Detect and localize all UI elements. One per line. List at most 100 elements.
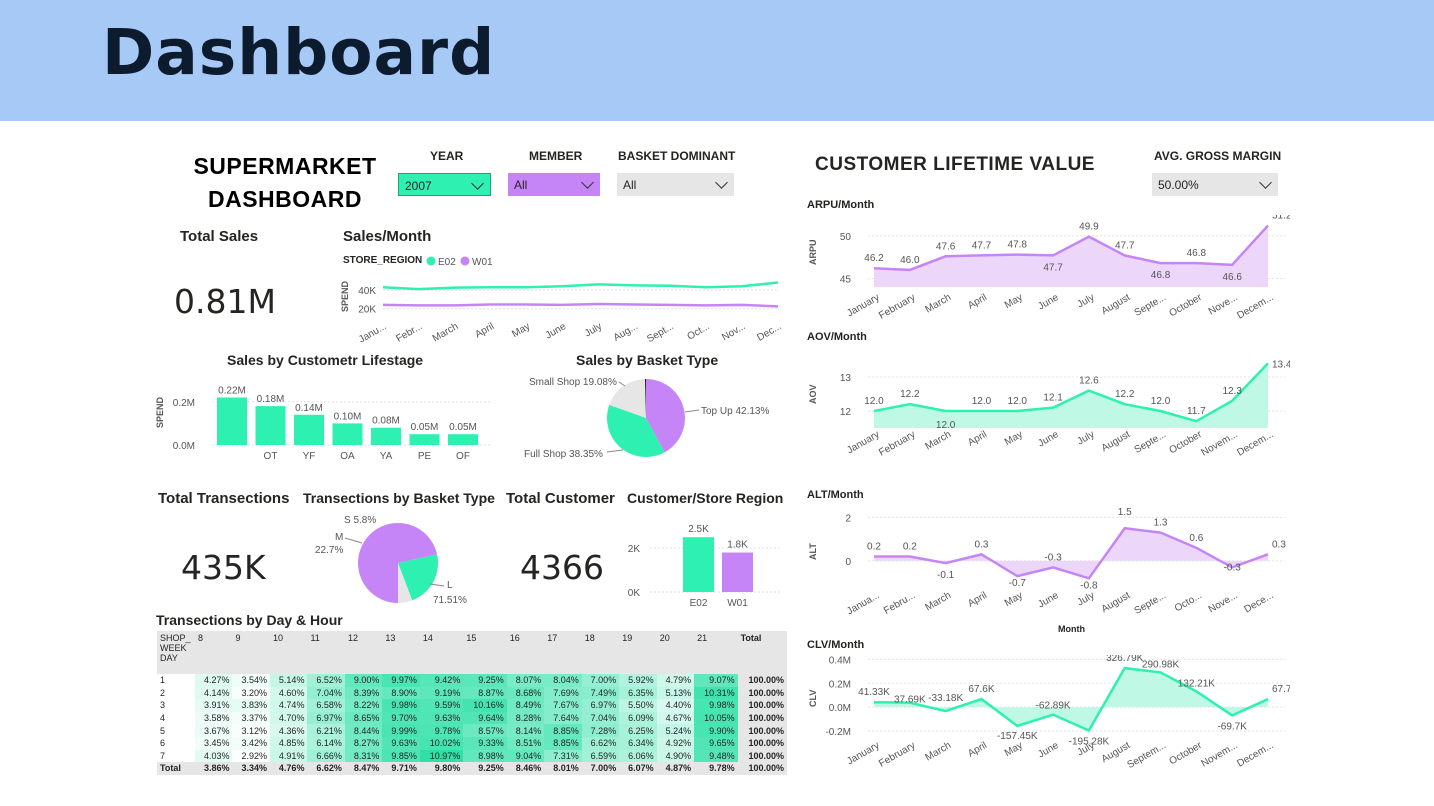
table-cell: 9.90%	[694, 724, 738, 737]
row-total-cell: 100.00%	[737, 762, 787, 775]
table-cell: 7.04%	[581, 711, 620, 725]
table-cell: 2.92%	[232, 749, 270, 763]
x-tick-label: July	[583, 321, 604, 339]
x-tick-label: June	[1036, 590, 1061, 611]
matrix-column-header: 10	[269, 631, 308, 674]
table-cell: 6.06%	[619, 749, 657, 763]
member-slicer[interactable]: All	[508, 173, 600, 196]
table-cell: 10.02%	[419, 736, 464, 750]
x-tick-label: July	[1075, 292, 1096, 310]
data-label: -0.1	[937, 570, 955, 581]
table-cell: 8.04%	[544, 674, 582, 687]
x-tick-label: Sept...	[645, 321, 676, 342]
matrix-column-header: 19	[619, 631, 657, 674]
slice-label-full-shop: Full Shop 38.35%	[524, 449, 603, 460]
table-row: 2 4.14% 3.20% 4.60% 7.04% 8.39% 8.90% 9.19% 8.87…	[157, 686, 787, 700]
table-cell: 10.16%	[463, 699, 507, 712]
data-label: 12.0	[1008, 396, 1028, 407]
x-tick-label: Septe...	[1133, 590, 1168, 617]
sales-month-chart: SPEND 40K 20K Janu... Febr... March April May Ju…	[340, 280, 784, 342]
sales-month-legend: E02 W01	[426, 256, 493, 268]
bar	[683, 537, 714, 592]
bar	[448, 434, 478, 445]
data-label: 47.7	[1043, 262, 1063, 273]
x-tick-label: March	[431, 321, 461, 342]
table-cell: 4.79%	[656, 674, 695, 687]
data-label: -0.8	[1080, 580, 1098, 591]
x-tick-label: Janua...	[845, 590, 881, 617]
data-label: 46.6	[1222, 272, 1242, 283]
table-row: 6 3.45% 3.42% 4.85% 6.14% 8.27% 9.63% 10.02% 9.3…	[157, 736, 787, 750]
arpu-chart: ARPU 50 45 46.2 January 46.0 February 47.6 March…	[808, 215, 1290, 322]
data-label: 12.6	[1079, 376, 1099, 387]
data-label: 12.0	[1151, 396, 1171, 407]
table-cell: 7.28%	[581, 724, 620, 737]
data-label: 290.98K	[1142, 659, 1180, 670]
total-transactions-value: 435K	[181, 548, 266, 587]
table-cell: 8.31%	[344, 749, 383, 763]
basket-dominant-slicer[interactable]: All	[617, 173, 734, 196]
row-total-cell: 100.00%	[737, 711, 787, 725]
matrix-column-header: 11	[307, 631, 345, 674]
table-cell: 3.67%	[195, 724, 233, 737]
data-label: 12.1	[1043, 393, 1063, 404]
x-tick-label: April	[473, 321, 496, 341]
table-cell: 7.00%	[581, 762, 620, 775]
gross-margin-slicer[interactable]: 50.00%	[1152, 173, 1278, 196]
y-tick-label: 0.0M	[173, 441, 195, 452]
x-tick-label: June	[1036, 429, 1061, 450]
data-label: 11.7	[1187, 406, 1206, 417]
table-cell: 9.80%	[419, 762, 464, 775]
leader-line	[606, 449, 624, 453]
table-cell: 6.25%	[619, 724, 657, 737]
table-cell: 9.63%	[382, 736, 420, 750]
table-cell: 9.78%	[694, 762, 738, 775]
total-sales-value: 0.81M	[174, 282, 276, 321]
table-cell: 3.86%	[195, 762, 233, 775]
y-tick-label: 0.4M	[829, 655, 851, 666]
slice-label-m-name: M	[335, 532, 343, 543]
y-axis-label: ALT	[808, 543, 818, 560]
table-cell: 3.12%	[232, 724, 270, 737]
year-slicer[interactable]: 2007	[398, 173, 491, 196]
page-title: Dashboard	[102, 16, 496, 89]
bar	[332, 423, 363, 445]
y-tick-label: 12	[840, 407, 852, 418]
table-cell: 8.39%	[344, 686, 383, 700]
table-cell: 3.42%	[232, 736, 270, 750]
x-tick-label: Febr...	[394, 321, 424, 342]
data-label: 0.2	[867, 542, 881, 553]
data-label: 1.3	[1154, 518, 1168, 529]
slice-label-top-up: Top Up 42.13%	[701, 406, 769, 417]
member-slicer-label: MEMBER	[529, 149, 583, 163]
x-tick-label: E02	[690, 598, 708, 609]
year-slicer-value: 2007	[405, 179, 432, 193]
table-cell: 6.66%	[307, 749, 345, 763]
clv-title: CUSTOMER LIFETIME VALUE	[815, 154, 1095, 175]
table-cell: 9.33%	[463, 736, 507, 750]
arpu-title: ARPU/Month	[807, 199, 875, 211]
table-cell: 10.97%	[419, 749, 464, 763]
table-cell: 8.98%	[463, 749, 507, 763]
bar-data-label: 0.05M	[449, 422, 477, 433]
table-cell: 7.04%	[307, 686, 345, 700]
table-cell: 4.90%	[656, 749, 695, 763]
x-tick-label: August	[1100, 590, 1133, 615]
trans-basket-pie: S 5.8%M 22.7% L 71.51%	[315, 515, 467, 606]
table-row: 4 3.58% 3.37% 4.70% 6.97% 8.65% 9.70% 9.63% 9.64…	[157, 711, 787, 725]
x-tick-label: March	[924, 740, 954, 763]
table-cell: 8.90%	[382, 686, 420, 700]
data-label: 46.8	[1151, 270, 1171, 281]
y-tick-label: 0	[845, 557, 851, 568]
data-label: 67.6K	[968, 684, 994, 695]
x-tick-label: Nov...	[720, 321, 747, 342]
data-label: 0.2	[903, 542, 917, 553]
table-cell: 7.67%	[544, 699, 582, 712]
data-label: 132.21K	[1178, 678, 1216, 689]
data-label: 12.0	[972, 396, 992, 407]
aov-title: AOV/Month	[807, 331, 867, 343]
year-slicer-label: YEAR	[430, 149, 464, 163]
table-cell: 6.07%	[619, 762, 657, 775]
bar-data-label: 0.08M	[372, 416, 400, 427]
row-total-cell: 100.00%	[737, 736, 787, 750]
